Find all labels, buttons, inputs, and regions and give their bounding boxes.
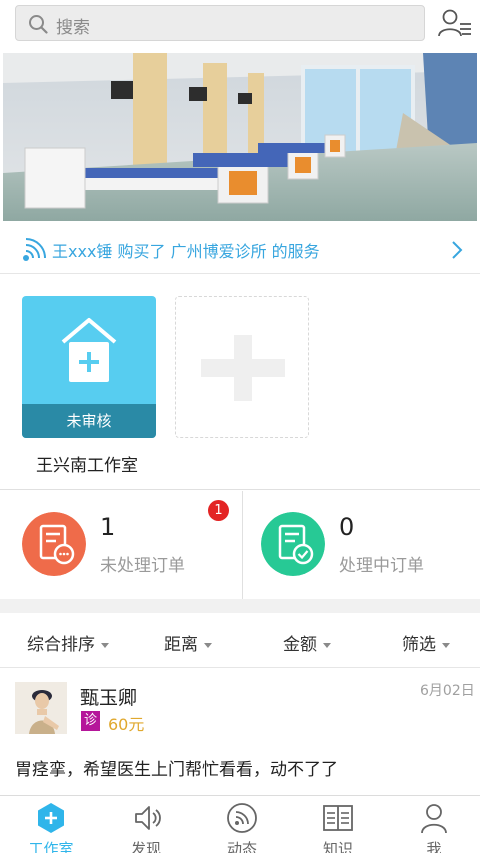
tab-knowledge[interactable]: 知识 [290,796,386,853]
order-date: 6月02日 [420,683,475,699]
house-add-icon [61,318,117,382]
caret-down-icon [323,642,331,648]
notification-badge: 1 [208,500,229,521]
tab-me[interactable]: 我 [386,796,480,853]
speaker-icon [135,806,161,830]
book-icon [323,805,353,831]
studio-status-badge: 未审核 [22,404,156,438]
tab-label: 工作室 [28,840,74,853]
studio-card[interactable]: 未审核 [22,296,156,438]
tab-discover[interactable]: 发现 [98,796,194,853]
consult-tag: 诊 [81,711,100,731]
document-check-icon [261,512,325,576]
avatar [15,682,67,734]
unprocessed-label: 未处理订单 [100,556,185,576]
search-icon [29,15,48,34]
chevron-right-icon[interactable] [450,240,464,260]
caret-down-icon [442,642,450,648]
workstation-icon [38,803,64,833]
user-list-icon[interactable] [438,8,472,38]
studio-section: 未审核 王兴南工作室 [0,275,480,490]
filter-amount[interactable]: 金额 [283,630,331,655]
orders-summary: 1 未处理订单 1 0 处理中订单 [0,491,480,599]
feed-icon [227,803,257,833]
filter-bar: 综合排序 距离 金额 筛选 [0,613,480,668]
search-input[interactable]: 搜索 [56,13,90,38]
filter-sort[interactable]: 综合排序 [27,630,109,655]
caret-down-icon [101,642,109,648]
broadcast-icon [23,238,46,261]
purchase-notice[interactable]: 王xxx锤 购买了 广州博爱诊所 的服务 [0,226,480,274]
processing-label: 处理中订单 [339,556,424,576]
tab-feed[interactable]: 动态 [194,796,290,853]
unprocessed-count: 1 [100,513,116,541]
processing-count: 0 [339,513,355,541]
tab-label: 动态 [226,840,257,853]
filter-distance[interactable]: 距离 [164,630,212,655]
studio-name: 王兴南工作室 [36,456,138,476]
add-studio-button[interactable] [175,296,309,438]
caret-down-icon [204,642,212,648]
patient-name: 甄玉卿 [80,687,138,709]
tab-label: 我 [426,840,442,853]
search-bar[interactable]: 搜索 [15,5,425,41]
processing-orders[interactable]: 0 处理中订单 [243,491,480,599]
tab-workstation[interactable]: 工作室 [3,796,99,853]
order-price: 60元 [108,715,145,734]
filter-screen[interactable]: 筛选 [402,630,450,655]
bottom-tab-bar: 工作室 发现 动态 知识 我 [0,795,480,853]
unprocessed-orders[interactable]: 1 未处理订单 1 [0,491,242,599]
tab-label: 发现 [130,840,161,853]
document-chat-icon [22,512,86,576]
order-description: 胃痉挛，希望医生上门帮忙看看，动不了了 [15,760,338,780]
banner-image[interactable] [3,53,477,221]
person-icon [421,804,447,834]
order-card[interactable]: 甄玉卿 6月02日 诊 60元 胃痉挛，希望医生上门帮忙看看，动不了了 [0,669,480,795]
top-bar: 搜索 [0,0,480,46]
hospital-ward-illustration [3,53,477,221]
tab-label: 知识 [322,840,353,853]
section-gap [0,599,480,613]
notice-text: 王xxx锤 购买了 广州博爱诊所 的服务 [52,242,320,261]
